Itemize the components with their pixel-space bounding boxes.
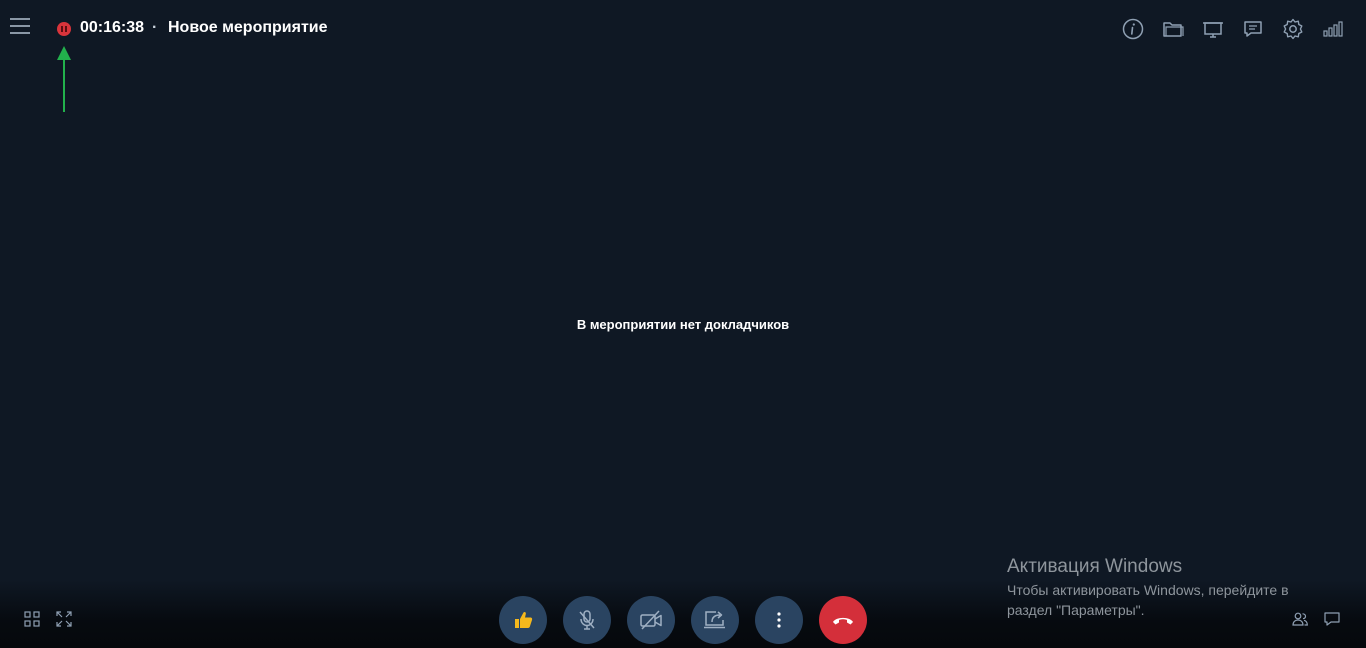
presentation-icon[interactable]: [1200, 16, 1226, 42]
chat-icon[interactable]: [1323, 610, 1341, 628]
microphone-off-icon: [579, 610, 595, 630]
share-screen-button[interactable]: [691, 596, 739, 644]
chat-message-icon[interactable]: [1240, 16, 1266, 42]
like-button[interactable]: [499, 596, 547, 644]
network-signal-icon[interactable]: [1320, 16, 1346, 42]
more-options-button[interactable]: [755, 596, 803, 644]
folder-icon[interactable]: [1160, 16, 1186, 42]
settings-gear-icon[interactable]: [1280, 16, 1306, 42]
share-screen-icon: [704, 611, 725, 629]
title-separator: ·: [152, 19, 158, 36]
participants-icon[interactable]: [1291, 610, 1309, 628]
recording-timer: 00:16:38: [80, 19, 145, 36]
camera-off-icon: [640, 610, 662, 630]
hamburger-menu-icon[interactable]: [8, 18, 32, 40]
hang-up-button[interactable]: [819, 596, 867, 644]
top-bar: 00:16:38 · Новое мероприятие: [0, 0, 1366, 112]
like-icon: [515, 612, 533, 628]
microphone-toggle-button[interactable]: [563, 596, 611, 644]
recording-pause-icon[interactable]: [57, 22, 71, 36]
event-title: Новое мероприятие: [168, 19, 328, 36]
watermark-text: Чтобы активировать Windows, перейдите в …: [1007, 582, 1289, 618]
info-icon[interactable]: [1120, 16, 1146, 42]
watermark-title: Активация Windows: [1007, 556, 1183, 577]
windows-activation-watermark: Активация Windows Чтобы активировать Win…: [1007, 555, 1327, 620]
conference-window: 00:16:38 · Новое мероприятие В мероприят…: [0, 0, 1366, 648]
no-speakers-message: В мероприятии нет докладчиков: [576, 317, 790, 332]
annotation-arrow-icon: [57, 46, 71, 112]
more-vertical-icon: [777, 612, 781, 628]
top-toolbar: [1120, 16, 1350, 42]
camera-toggle-button[interactable]: [627, 596, 675, 644]
hang-up-icon: [833, 617, 853, 625]
